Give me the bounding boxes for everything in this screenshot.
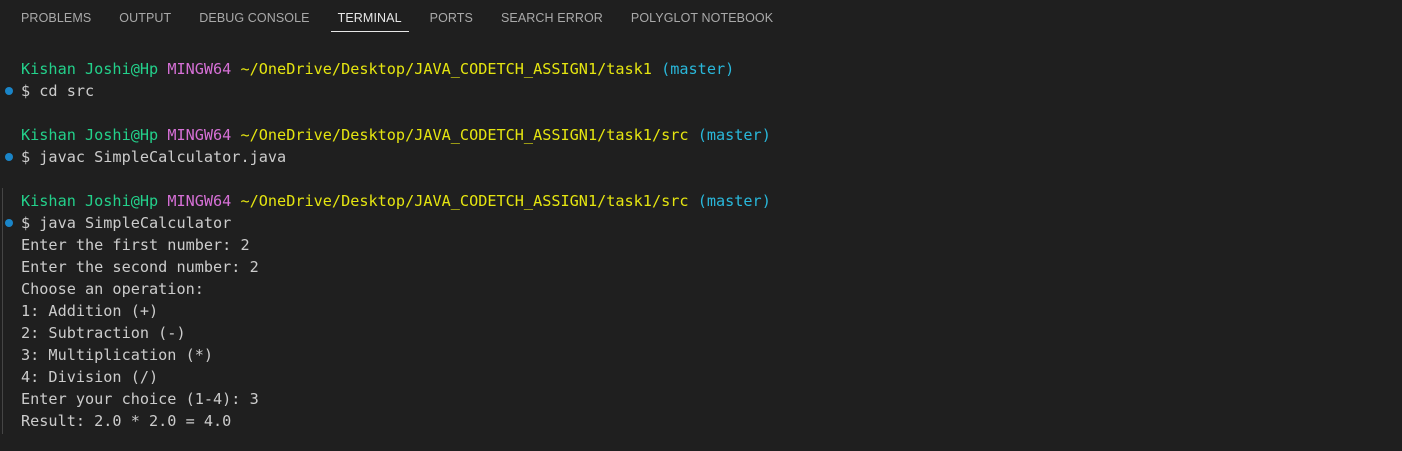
prompt-system: MINGW64 <box>167 60 232 78</box>
prompt-line: Kishan Joshi@Hp MINGW64 ~/OneDrive/Deskt… <box>0 124 1402 146</box>
terminal-output[interactable]: Kishan Joshi@Hp MINGW64 ~/OneDrive/Deskt… <box>0 58 1402 451</box>
prompt-line: Kishan Joshi@Hp MINGW64 ~/OneDrive/Deskt… <box>0 58 1402 80</box>
prompt-path: ~/OneDrive/Desktop/JAVA_CODETCH_ASSIGN1/… <box>240 126 689 144</box>
prompt-branch: (master) <box>661 60 735 78</box>
tab-polyglot-notebook[interactable]: POLYGLOT NOTEBOOK <box>624 0 780 32</box>
command-line: $ cd src <box>0 80 1402 102</box>
output-line: Choose an operation: <box>21 280 204 298</box>
command-decoration-icon[interactable] <box>5 153 13 161</box>
output-line: Enter your choice (1-4): 3 <box>21 390 259 408</box>
output-line: Enter the first number: 2 <box>21 236 250 254</box>
prompt-branch: (master) <box>697 192 771 210</box>
prompt-system: MINGW64 <box>167 126 232 144</box>
prompt-user: Kishan Joshi@Hp <box>21 192 159 210</box>
command-text: $ cd src <box>21 82 95 100</box>
prompt-path: ~/OneDrive/Desktop/JAVA_CODETCH_ASSIGN1/… <box>240 60 652 78</box>
tab-problems[interactable]: PROBLEMS <box>14 0 98 32</box>
prompt-user: Kishan Joshi@Hp <box>21 126 159 144</box>
output-line: 2: Subtraction (-) <box>21 324 186 342</box>
tab-terminal[interactable]: TERMINAL <box>330 0 409 32</box>
tab-search-error[interactable]: SEARCH ERROR <box>494 0 610 32</box>
prompt-line: Kishan Joshi@Hp MINGW64 ~/OneDrive/Deskt… <box>0 190 1402 212</box>
prompt-path: ~/OneDrive/Desktop/JAVA_CODETCH_ASSIGN1/… <box>240 192 689 210</box>
output-line: Enter the second number: 2 <box>21 258 259 276</box>
prompt-system: MINGW64 <box>167 192 232 210</box>
command-text: $ java SimpleCalculator <box>21 214 232 232</box>
output-line: 4: Division (/) <box>21 368 159 386</box>
prompt-user: Kishan Joshi@Hp <box>21 60 159 78</box>
command-decoration-icon[interactable] <box>5 87 13 95</box>
tab-ports[interactable]: PORTS <box>423 0 480 32</box>
prompt-branch: (master) <box>697 126 771 144</box>
command-decoration-icon[interactable] <box>5 219 13 227</box>
command-text: $ javac SimpleCalculator.java <box>21 148 287 166</box>
output-line: 3: Multiplication (*) <box>21 346 214 364</box>
terminal-panel: PROBLEMS OUTPUT DEBUG CONSOLE TERMINAL P… <box>0 0 1402 451</box>
panel-tab-bar: PROBLEMS OUTPUT DEBUG CONSOLE TERMINAL P… <box>0 0 1402 35</box>
command-line: $ java SimpleCalculator <box>0 212 1402 234</box>
command-line: $ javac SimpleCalculator.java <box>0 146 1402 168</box>
output-line: 1: Addition (+) <box>21 302 159 320</box>
tab-output[interactable]: OUTPUT <box>112 0 178 32</box>
tab-debug-console[interactable]: DEBUG CONSOLE <box>192 0 316 32</box>
output-line: Result: 2.0 * 2.0 = 4.0 <box>21 412 232 430</box>
